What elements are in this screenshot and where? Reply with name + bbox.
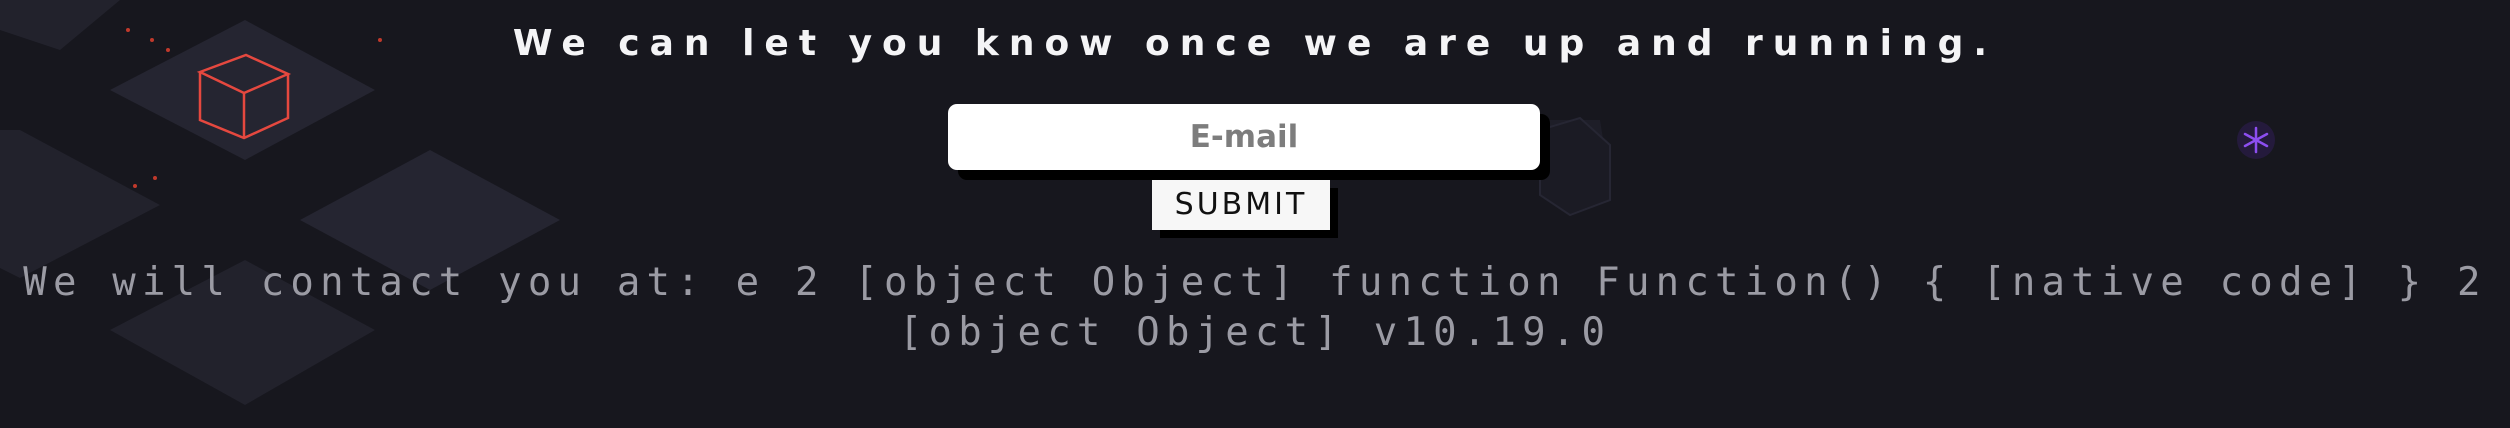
submit-button[interactable]: SUBMIT [1152,180,1330,230]
background-tile [0,130,160,278]
landing-page: We can let you know once we are up and r… [0,0,2510,428]
contact-message-line: [object Object] v10.19.0 [898,310,1612,355]
email-input[interactable] [948,104,1540,170]
sparkle-icon [2237,121,2275,159]
contact-message: We will contact you at: e 2 [object Obje… [0,258,2510,358]
headline: We can let you know once we are up and r… [512,23,1998,64]
contact-message-line: We will contact you at: e 2 [object Obje… [23,260,2487,305]
